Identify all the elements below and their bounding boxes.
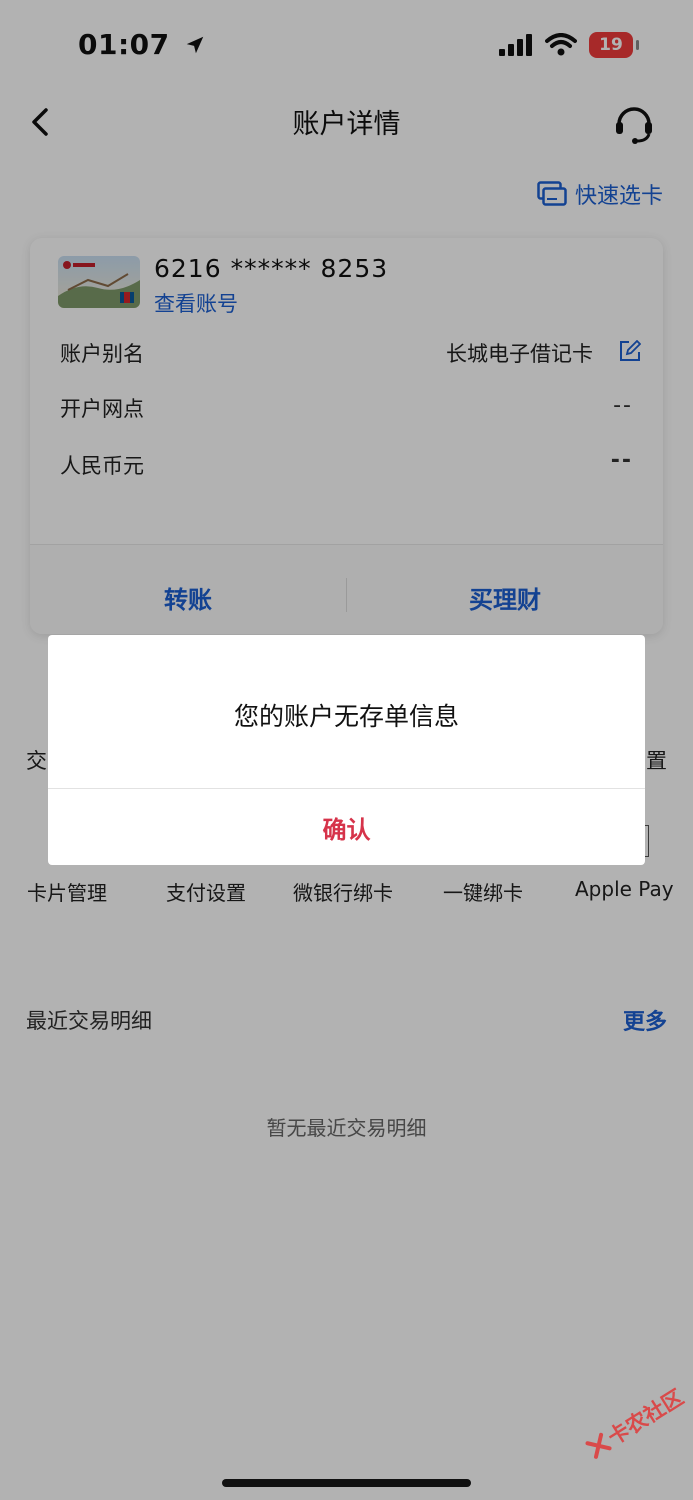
home-indicator[interactable] — [222, 1479, 471, 1487]
alert-dialog: 您的账户无存单信息 确认 — [48, 635, 645, 865]
dialog-message: 您的账户无存单信息 — [233, 702, 459, 731]
confirm-button[interactable]: 确认 — [48, 789, 645, 865]
